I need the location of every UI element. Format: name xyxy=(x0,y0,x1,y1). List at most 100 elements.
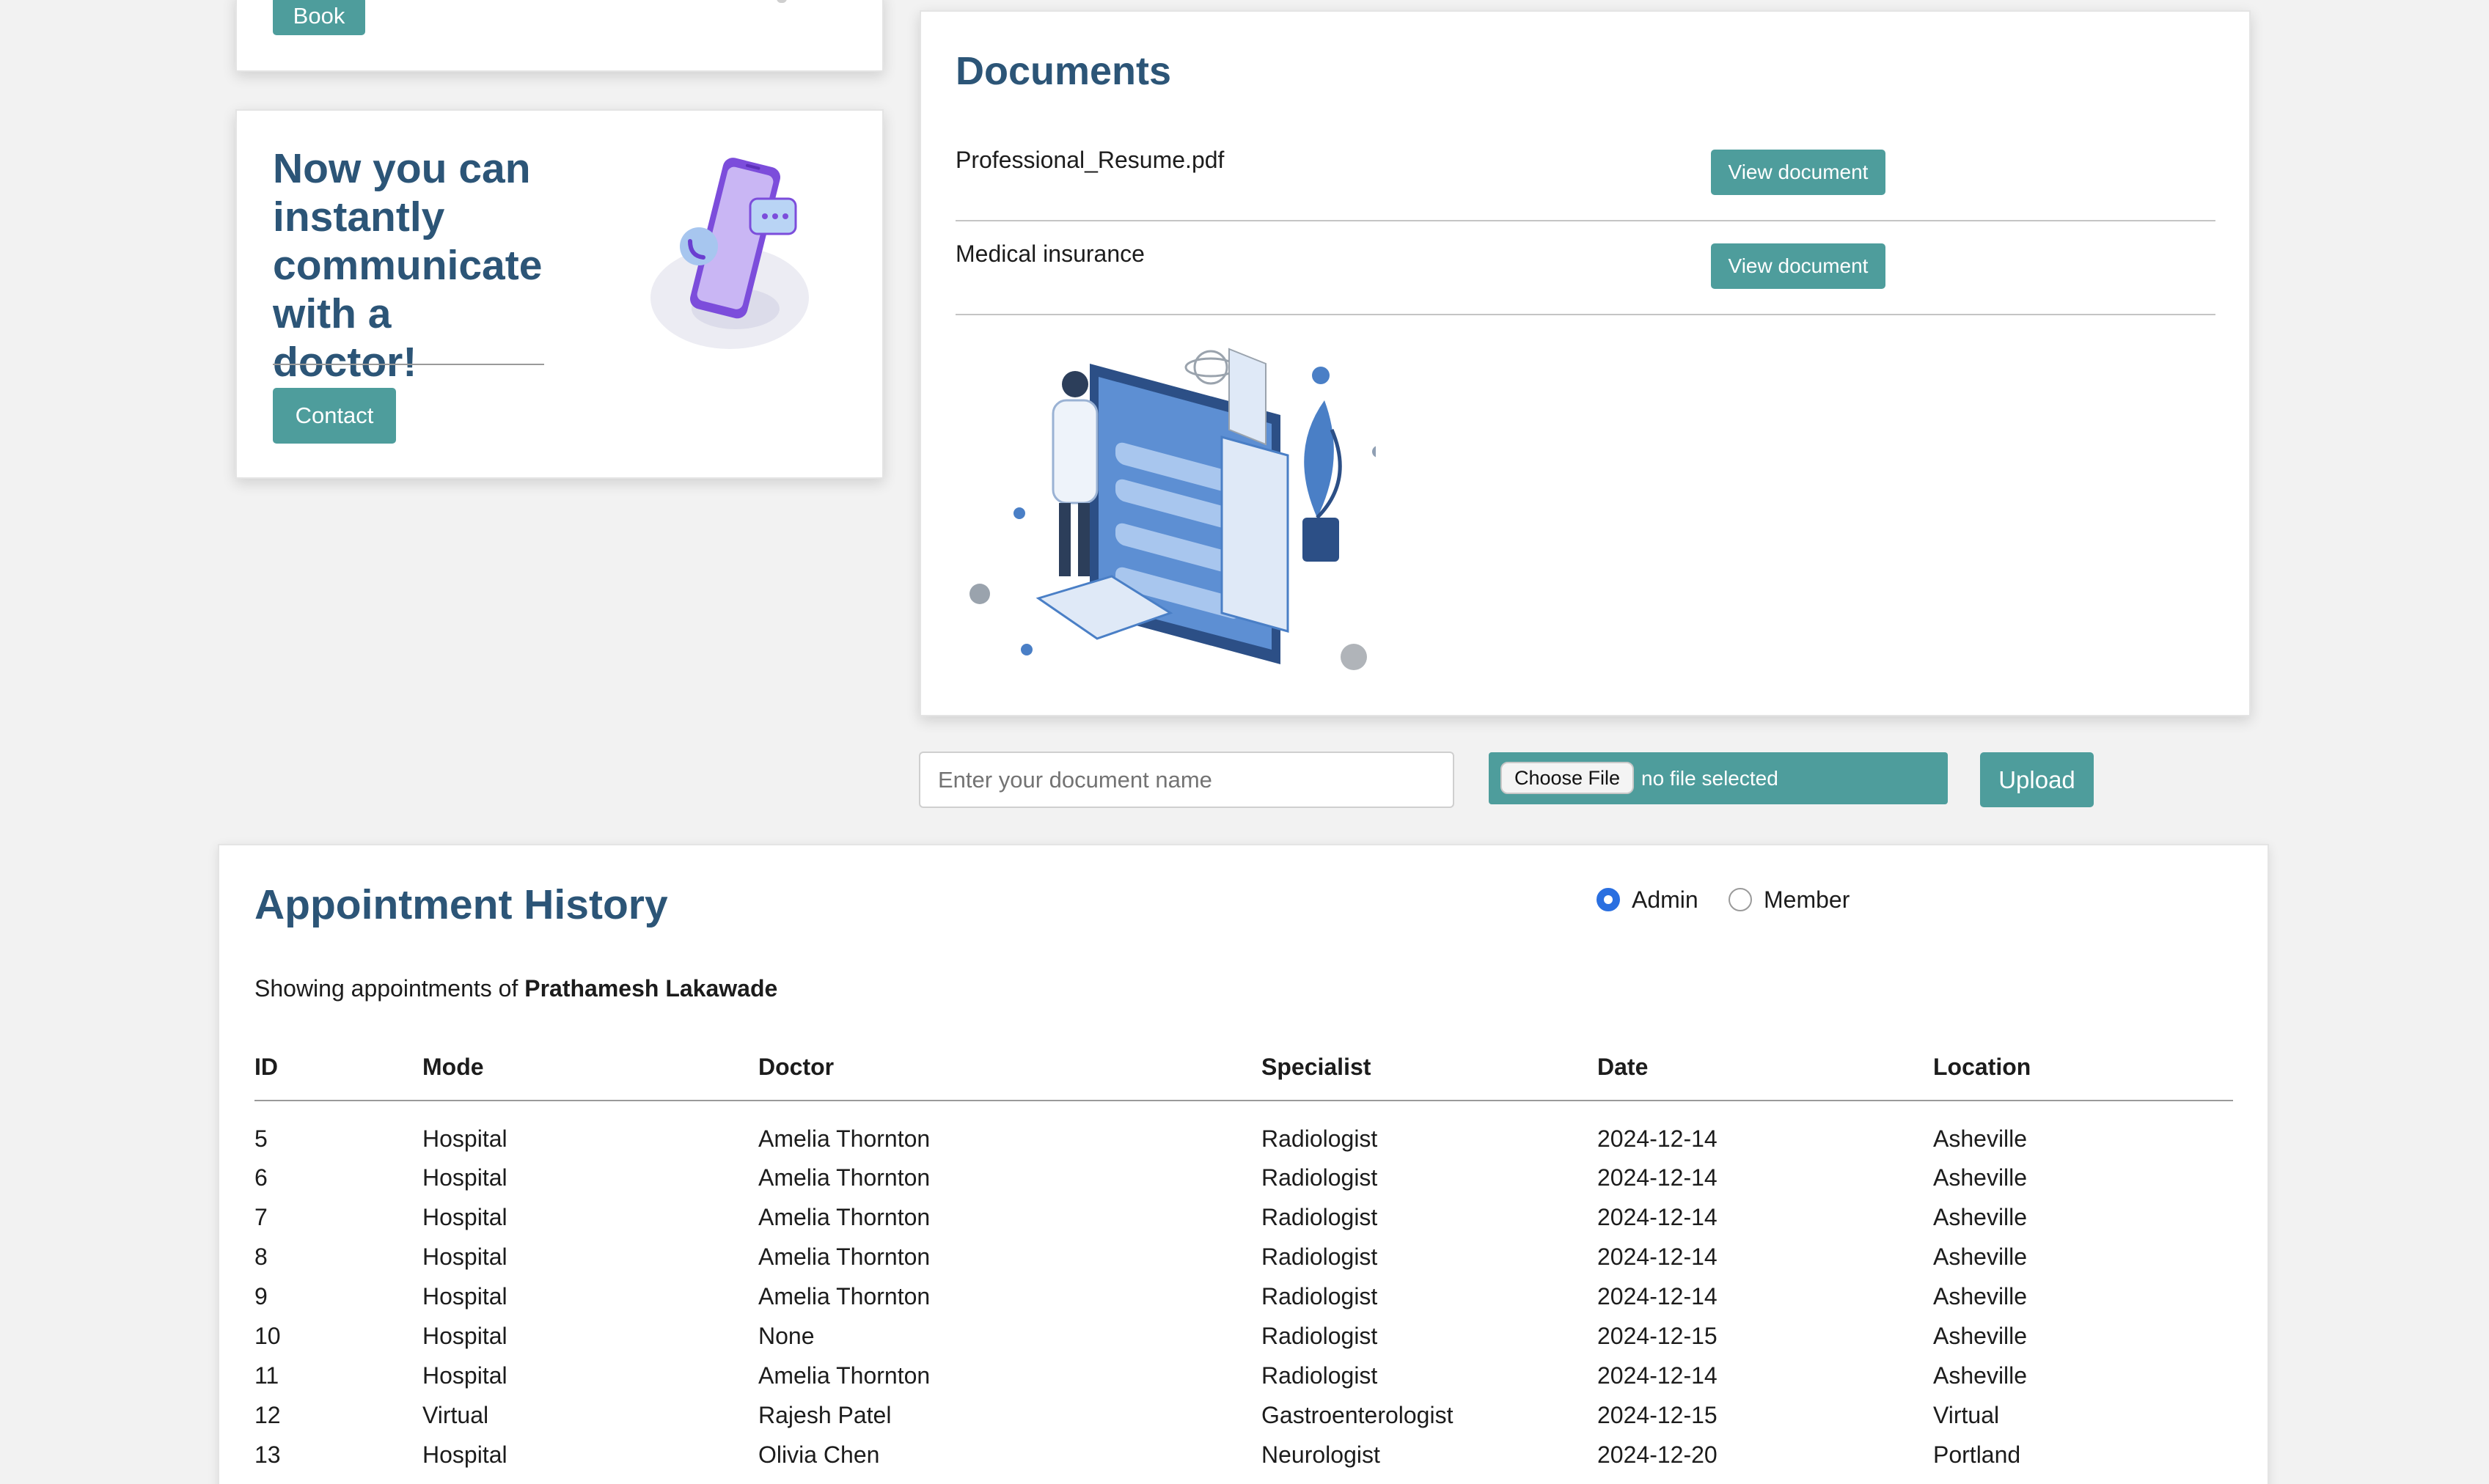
table-cell: Amelia Thornton xyxy=(758,1362,931,1389)
column-header: Location xyxy=(1933,1035,2233,1101)
table-cell: 2024-12-15 xyxy=(1597,1401,1718,1428)
table-cell: Hospital xyxy=(422,1441,507,1468)
column-header: Date xyxy=(1597,1035,1933,1101)
radio-button[interactable] xyxy=(1729,888,1752,911)
documents-card: Documents Professional_Resume.pdf View d… xyxy=(920,10,2251,716)
table-cell: 10 xyxy=(254,1322,281,1349)
table-cell: Asheville xyxy=(1933,1322,2028,1349)
table-cell: 6 xyxy=(254,1164,268,1191)
table-cell: Asheville xyxy=(1933,1362,2028,1389)
view-document-button[interactable]: View document xyxy=(1711,150,1885,195)
table-cell: 9 xyxy=(254,1282,268,1309)
document-name: Medical insurance xyxy=(956,240,1145,267)
showing-appointments-text: Showing appointments of Prathamesh Lakaw… xyxy=(254,975,777,1002)
table-cell: Radiologist xyxy=(1261,1243,1378,1270)
contact-card: Now you can instantly communicate with a… xyxy=(235,109,884,479)
table-cell: 2024-12-14 xyxy=(1597,1164,1718,1191)
table-row: 5 Hospital Amelia Thornton Radiologist 2024-… xyxy=(254,1101,2233,1158)
table-cell: 2024-12-14 xyxy=(1597,1282,1718,1309)
documents-title: Documents xyxy=(956,49,1172,93)
table-cell: Hospital xyxy=(422,1362,507,1389)
table-cell: Radiologist xyxy=(1261,1125,1378,1152)
table-cell: 2024-12-14 xyxy=(1597,1243,1718,1270)
table-cell: 2024-12-15 xyxy=(1597,1322,1718,1349)
table-cell: 2024-12-14 xyxy=(1597,1203,1718,1230)
table-cell: 2024-12-20 xyxy=(1597,1441,1718,1468)
table-row: 8 Hospital Amelia Thornton Radiologist 2024-… xyxy=(254,1237,2233,1277)
contact-divider xyxy=(273,364,544,365)
table-row: 11 Hospital Amelia Thornton Radiologist 2024… xyxy=(254,1356,2233,1395)
table-row: 13 Hospital Olivia Chen Neurologist 2024-12-… xyxy=(254,1435,2233,1474)
table-cell: Asheville xyxy=(1933,1125,2028,1152)
table-cell: None xyxy=(758,1322,815,1349)
table-cell: Portland xyxy=(1933,1441,2021,1468)
table-cell: Hospital xyxy=(422,1203,507,1230)
file-picker[interactable]: Choose File no file selected xyxy=(1489,752,1948,804)
table-row: 10 Hospital None Radiologist 2024-12-15 Ashev… xyxy=(254,1316,2233,1356)
document-name-input[interactable] xyxy=(919,752,1454,808)
table-cell: Amelia Thornton xyxy=(758,1203,931,1230)
doctor-records-illustration xyxy=(969,348,1376,670)
table-body: 5 Hospital Amelia Thornton Radiologist 2024-… xyxy=(254,1101,2233,1474)
radio-label: Member xyxy=(1764,886,1850,913)
document-row: Professional_Resume.pdf View document xyxy=(956,128,2215,221)
table-cell: 2024-12-14 xyxy=(1597,1125,1718,1152)
radio-label: Admin xyxy=(1632,886,1698,913)
table-row: 6 Hospital Amelia Thornton Radiologist 2024-… xyxy=(254,1158,2233,1197)
table-cell: Rajesh Patel xyxy=(758,1401,892,1428)
table-row: 7 Hospital Amelia Thornton Radiologist 2024-… xyxy=(254,1197,2233,1237)
table-cell: Hospital xyxy=(422,1243,507,1270)
table-cell: Neurologist xyxy=(1261,1441,1380,1468)
book-card: Book xyxy=(235,0,884,72)
column-header: ID xyxy=(254,1035,422,1101)
decorative-dot xyxy=(777,0,787,3)
appointment-history-card: Appointment History Admin Member Showing… xyxy=(218,844,2269,1484)
table-cell: 2024-12-14 xyxy=(1597,1362,1718,1389)
table-cell: Radiologist xyxy=(1261,1322,1378,1349)
upload-button[interactable]: Upload xyxy=(1980,752,2094,807)
table-cell: Radiologist xyxy=(1261,1362,1378,1389)
table-header-row: ID Mode Doctor Specialist Date Location xyxy=(254,1035,2233,1101)
table-cell: Asheville xyxy=(1933,1243,2028,1270)
document-name: Professional_Resume.pdf xyxy=(956,147,1225,173)
table-cell: Radiologist xyxy=(1261,1164,1378,1191)
appointment-history-title: Appointment History xyxy=(254,881,668,928)
user-name: Prathamesh Lakawade xyxy=(524,975,778,1002)
table-cell: Asheville xyxy=(1933,1203,2028,1230)
file-status-text: no file selected xyxy=(1641,767,1778,790)
table-cell: Hospital xyxy=(422,1125,507,1152)
choose-file-button[interactable]: Choose File xyxy=(1500,762,1634,794)
view-document-button[interactable]: View document xyxy=(1711,243,1885,289)
column-header: Specialist xyxy=(1261,1035,1597,1101)
document-row: Medical insurance View document xyxy=(956,221,2215,315)
table-cell: Olivia Chen xyxy=(758,1441,880,1468)
table-cell: 13 xyxy=(254,1441,281,1468)
table-cell: Radiologist xyxy=(1261,1282,1378,1309)
showing-prefix: Showing appointments of xyxy=(254,975,518,1002)
table-cell: 8 xyxy=(254,1243,268,1270)
contact-button[interactable]: Contact xyxy=(273,388,396,444)
table-cell: 7 xyxy=(254,1203,268,1230)
table-cell: Amelia Thornton xyxy=(758,1164,931,1191)
table-cell: Gastroenterologist xyxy=(1261,1401,1454,1428)
table-cell: Asheville xyxy=(1933,1282,2028,1309)
radio-admin[interactable]: Admin xyxy=(1597,885,1698,914)
table-cell: Amelia Thornton xyxy=(758,1243,931,1270)
table-cell: Virtual xyxy=(1933,1401,2000,1428)
table-cell: Amelia Thornton xyxy=(758,1282,931,1309)
table-cell: Asheville xyxy=(1933,1164,2028,1191)
table-cell: Hospital xyxy=(422,1282,507,1309)
table-cell: 11 xyxy=(254,1362,279,1389)
table-cell: Hospital xyxy=(422,1322,507,1349)
book-button[interactable]: Book xyxy=(273,0,365,35)
radio-button[interactable] xyxy=(1597,888,1620,911)
table-cell: Amelia Thornton xyxy=(758,1125,931,1152)
radio-member[interactable]: Member xyxy=(1729,885,1850,914)
table-row: 9 Hospital Amelia Thornton Radiologist 2024-… xyxy=(254,1277,2233,1316)
table-cell: Hospital xyxy=(422,1164,507,1191)
table-cell: 5 xyxy=(254,1125,268,1152)
contact-card-title: Now you can instantly communicate with a… xyxy=(273,145,543,386)
table-row: 12 Virtual Rajesh Patel Gastroenterologist 2… xyxy=(254,1395,2233,1435)
column-header: Mode xyxy=(422,1035,758,1101)
appointments-table: ID Mode Doctor Specialist Date Location 5 Hosp… xyxy=(254,1035,2233,1474)
